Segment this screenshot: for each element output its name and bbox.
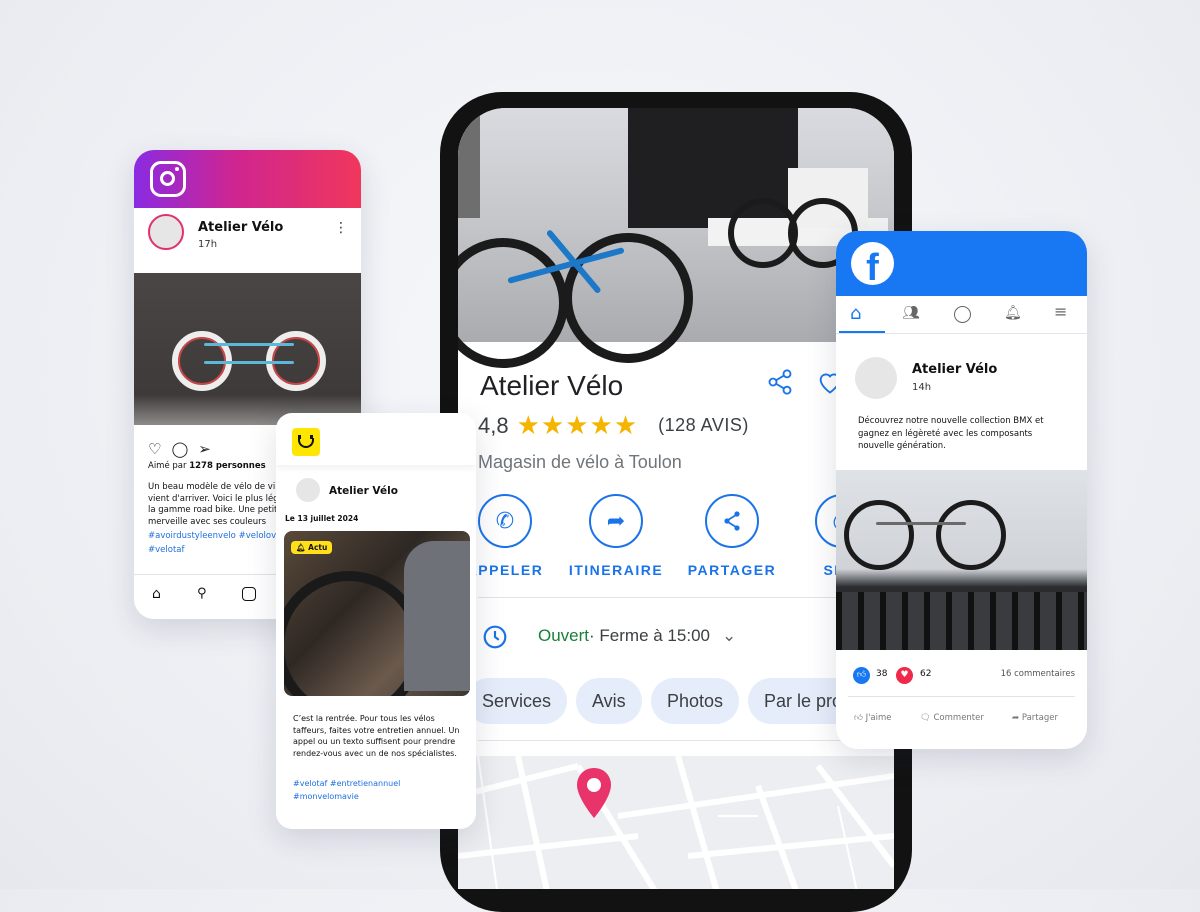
- facebook-header: f: [836, 231, 1087, 296]
- thumbs-up-icon: 👍︎: [854, 713, 863, 723]
- share-label: PARTAGER: [687, 562, 777, 578]
- post-text: Découvrez notre nouvelle collection BMX …: [858, 416, 1044, 451]
- hashtags[interactable]: #velotaf #entretienannuel: [293, 779, 400, 788]
- facebook-post-card: f ⌂ 👥︎ 🔔︎ ≡ Atelier Vélo 14h Découvrez n…: [836, 231, 1087, 749]
- menu-icon[interactable]: ≡: [1054, 302, 1067, 321]
- map-pin-icon[interactable]: [574, 766, 614, 824]
- chip-photos[interactable]: Photos: [651, 678, 740, 724]
- rating-row: 4,8 ★★★★★ (128 AVIS): [478, 410, 749, 441]
- avatar[interactable]: [148, 214, 184, 250]
- facebook-nav: ⌂ 👥︎ 🔔︎ ≡: [836, 296, 1087, 334]
- post-time: 14h: [912, 382, 932, 393]
- post-time: 17h: [198, 239, 218, 250]
- account-name[interactable]: Atelier Vélo: [198, 220, 283, 235]
- hashtags[interactable]: #monvelomavie: [293, 792, 359, 801]
- like-count: 38: [876, 669, 888, 679]
- more-options-icon[interactable]: ⋮: [334, 220, 348, 236]
- share-circle-icon: [705, 494, 759, 548]
- chip-reviews[interactable]: Avis: [576, 678, 642, 724]
- rating-value: 4,8: [478, 412, 509, 438]
- divider: [848, 696, 1075, 697]
- likes-count: Aimé par 1278 personnes: [148, 461, 266, 471]
- map[interactable]: [458, 755, 894, 889]
- heart-icon[interactable]: ♡: [148, 440, 161, 458]
- heart-count: 62: [920, 669, 932, 679]
- profile-icon[interactable]: [954, 306, 971, 323]
- news-badge: 🔔︎ Actu: [291, 541, 333, 554]
- share-button[interactable]: PARTAGER: [674, 494, 790, 578]
- share-icon[interactable]: [766, 368, 794, 402]
- divider: [478, 740, 894, 741]
- comment-icon[interactable]: ◯: [171, 440, 188, 458]
- hashtags[interactable]: #velotaf: [148, 545, 184, 555]
- chevron-down-icon: ⌄: [721, 626, 737, 645]
- business-name: Atelier Vélo: [480, 370, 624, 401]
- friends-icon[interactable]: 👥︎: [902, 305, 920, 321]
- review-count[interactable]: (128 AVIS): [658, 415, 749, 436]
- app-logo-icon: [292, 428, 320, 456]
- directions-button[interactable]: ➦ ITINERAIRE: [558, 494, 674, 578]
- bell-icon[interactable]: 🔔︎: [1004, 305, 1022, 321]
- bell-icon: 🔔︎: [296, 543, 309, 552]
- active-tab-indicator: [839, 331, 885, 333]
- post-image: 🔔︎ Actu: [284, 531, 470, 696]
- home-icon[interactable]: ⌂: [850, 303, 861, 324]
- share-arrow-icon: ➦: [1012, 713, 1020, 723]
- share-button[interactable]: ➦ Partager: [1012, 713, 1058, 723]
- account-name[interactable]: Atelier Vélo: [329, 485, 398, 497]
- instagram-logo-icon: [150, 161, 186, 197]
- comment-icon: 🗨︎: [920, 713, 931, 723]
- phone-icon: ✆: [478, 494, 532, 548]
- pagesjaunes-post-card: Atelier Vélo Le 13 juillet 2024 🔔︎ Actu …: [276, 413, 476, 829]
- post-image: [836, 470, 1087, 650]
- post-text: C’est la rentrée. Pour tous les vélos ta…: [293, 714, 460, 758]
- comments-count[interactable]: 16 commentaires: [1001, 669, 1075, 679]
- like-button[interactable]: 👍︎ J'aime: [854, 713, 892, 723]
- post-actions: ♡ ◯ ➢: [148, 440, 211, 458]
- app-header: [276, 413, 476, 465]
- comment-button[interactable]: 🗨︎ Commenter: [920, 713, 984, 723]
- reels-icon[interactable]: [242, 587, 256, 601]
- post-image: [134, 273, 361, 425]
- hashtags[interactable]: #avoirdustyleenvelo #velolove: [148, 531, 281, 541]
- search-icon[interactable]: ⚲: [197, 586, 207, 601]
- love-reaction-icon: ♥: [896, 667, 913, 684]
- home-icon[interactable]: ⌂: [152, 586, 161, 602]
- star-rating-icon: ★★★★★: [516, 410, 639, 440]
- opening-hours[interactable]: Ouvert · Ferme à 15:00 ⌄: [538, 626, 736, 646]
- avatar[interactable]: [855, 357, 897, 399]
- google-business-screen: Atelier Vélo 4,8 ★★★★★ (128 AVIS) Magasi…: [458, 108, 894, 889]
- directions-label: ITINERAIRE: [568, 562, 664, 578]
- clock-icon: [482, 624, 508, 654]
- chip-services[interactable]: Services: [466, 678, 568, 724]
- instagram-header: [134, 150, 361, 208]
- closing-time: · Ferme à 15:00: [589, 626, 710, 645]
- post-date: Le 13 juillet 2024: [285, 514, 359, 523]
- divider: [478, 597, 894, 598]
- send-icon[interactable]: ➢: [198, 440, 211, 458]
- facebook-logo-icon: f: [851, 242, 894, 285]
- avatar[interactable]: [296, 478, 320, 502]
- account-name[interactable]: Atelier Vélo: [912, 362, 997, 377]
- store-photo: [458, 108, 894, 368]
- like-reaction-icon: 👍︎: [853, 667, 870, 684]
- open-status: Ouvert: [538, 626, 590, 645]
- directions-icon: ➦: [589, 494, 643, 548]
- business-category: Magasin de vélo à Toulon: [478, 452, 682, 472]
